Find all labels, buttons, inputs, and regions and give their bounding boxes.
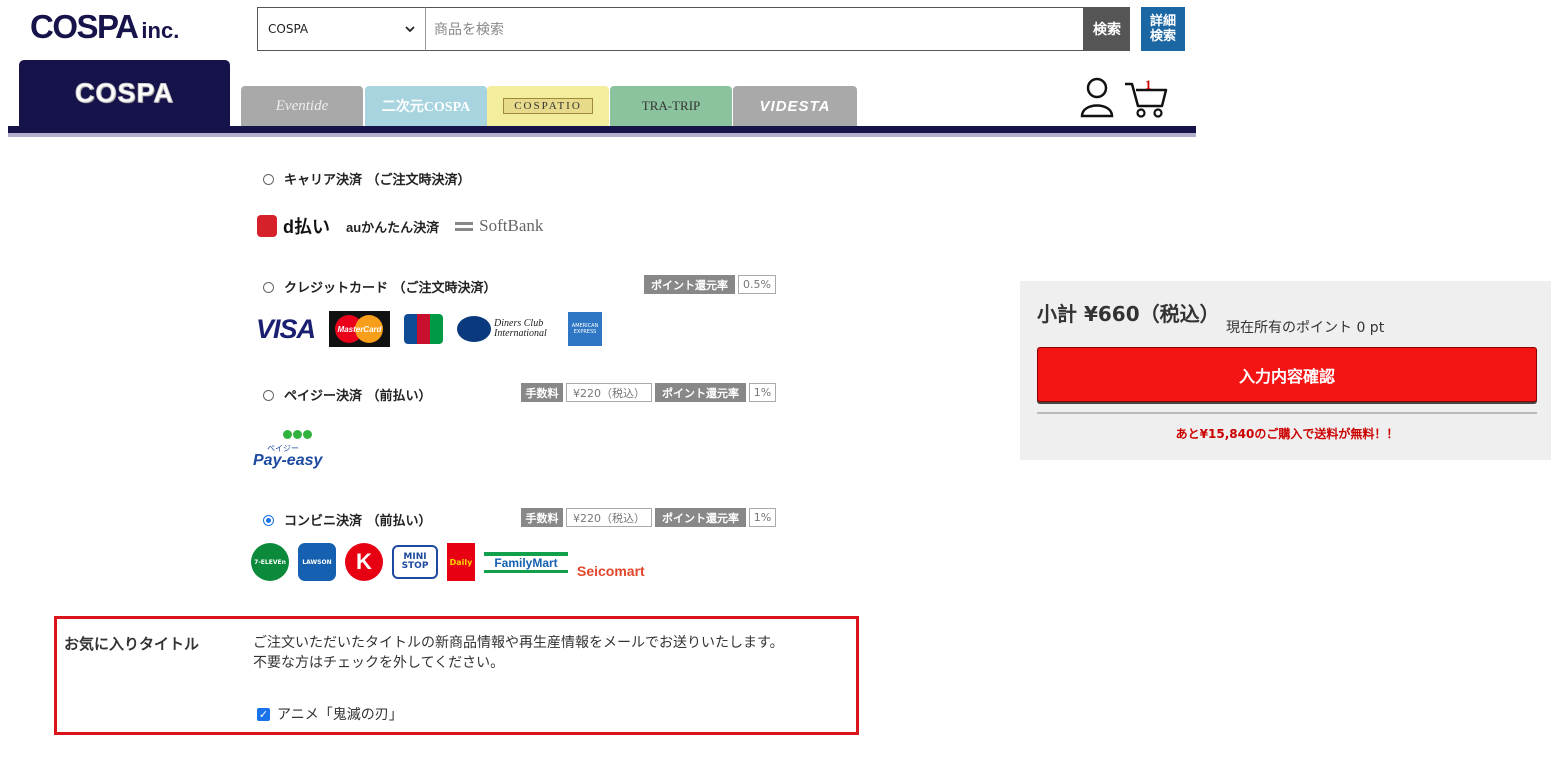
- lawson-logo: LAWSON: [298, 543, 336, 581]
- favorite-description: ご注文いただいたタイトルの新商品情報や再生産情報をメールでお送りいたします。 不…: [253, 633, 793, 673]
- account-icon[interactable]: [1080, 76, 1114, 122]
- diners-club-logo: Diners Club International: [457, 316, 554, 342]
- favorite-title-checkbox[interactable]: ✓: [257, 707, 270, 721]
- konbini-fee-value: ¥220（税込）: [566, 508, 652, 527]
- konbini-payment-label: コンビニ決済 （前払い）: [284, 514, 432, 529]
- mastercard-logo: MasterCard: [329, 311, 391, 347]
- konbini-point-rate-tag: ポイント還元率: [655, 508, 746, 527]
- softbank-logo: SoftBank: [479, 216, 544, 235]
- free-shipping-note: あと¥15,840のご購入で送料が無料！！: [1175, 427, 1399, 441]
- amex-logo: AMERICAN EXPRESS: [568, 312, 603, 346]
- chevron-down-icon: [405, 25, 415, 32]
- credit-brand-logos: VISA MasterCard Diners Club Internationa…: [256, 310, 603, 348]
- tab-cospa[interactable]: COSPA: [19, 60, 230, 126]
- payeasy-fee-tag: 手数料: [521, 383, 563, 402]
- circle-k-logo: K: [345, 543, 383, 581]
- payeasy-point-rate-tag: ポイント還元率: [655, 383, 746, 402]
- tab-label: Eventide: [275, 97, 329, 114]
- payeasy-payment-radio[interactable]: [263, 390, 274, 401]
- tab-label: COSPA: [74, 77, 174, 108]
- credit-point-rate-tag: ポイント還元率: [644, 275, 735, 294]
- brand-nav-bar: [8, 126, 1196, 133]
- tab-cospatio[interactable]: COSPATIO: [487, 86, 609, 126]
- tab-label: 二次元COSPA: [381, 100, 471, 115]
- logo-text: COSPA: [30, 8, 139, 45]
- konbini-fee-tag: 手数料: [521, 508, 563, 527]
- daily-yamazaki-logo: Daily: [447, 543, 475, 581]
- tab-videsta[interactable]: VIDESTA: [733, 86, 857, 126]
- tab-tra-trip[interactable]: TRA-TRIP: [610, 86, 732, 126]
- favorite-title-heading: お気に入りタイトル: [64, 635, 200, 653]
- search-category-select[interactable]: COSPA: [257, 7, 425, 51]
- ministop-logo: MINI STOP: [392, 545, 438, 579]
- favorite-description-line-1: ご注文いただいたタイトルの新商品情報や再生産情報をメールでお送りいたします。: [253, 635, 784, 651]
- cart-count-badge: 1: [1145, 77, 1152, 92]
- seicomart-logo: Seicomart: [577, 563, 645, 579]
- credit-point-rate-value: 0.5%: [738, 275, 776, 294]
- search-category-value: COSPA: [268, 22, 309, 36]
- points-balance-text: 現在所有のポイント 0 pt: [1226, 320, 1385, 336]
- konbini-payment-radio[interactable]: [263, 515, 274, 526]
- payeasy-point-rate-value: 1%: [749, 383, 776, 402]
- familymart-logo: FamilyMart: [484, 551, 568, 573]
- tab-label: TRA-TRIP: [641, 98, 701, 113]
- carrier-payment-radio[interactable]: [263, 174, 274, 185]
- payeasy-dots-icon: [283, 430, 312, 439]
- visa-logo: VISA: [256, 313, 316, 344]
- konbini-brand-logos: 7-ELEVEn LAWSON K MINI STOP Daily Family…: [251, 541, 645, 583]
- payeasy-payment-label: ペイジー決済 （前払い）: [284, 389, 432, 404]
- tab-label: COSPATIO: [503, 98, 593, 114]
- au-kantan-logo: auかんたん決済: [346, 219, 440, 235]
- softbank-icon: [455, 221, 474, 231]
- payeasy-logo: ペイジー Pay-easy: [253, 418, 327, 474]
- brand-nav-bar-accent: [8, 133, 1196, 137]
- search-button[interactable]: 検索: [1084, 7, 1130, 51]
- favorite-title-option[interactable]: ✓ アニメ「鬼滅の刃」: [257, 704, 403, 724]
- search-input[interactable]: 商品を検索: [425, 7, 1084, 51]
- payeasy-fee-value: ¥220（税込）: [566, 383, 652, 402]
- search-placeholder: 商品を検索: [434, 22, 504, 38]
- tab-eventide[interactable]: Eventide: [241, 86, 363, 126]
- favorite-title-checkbox-label: アニメ「鬼滅の刃」: [277, 707, 403, 723]
- favorite-description-line-2: 不要な方はチェックを外してください。: [253, 655, 505, 671]
- advanced-search-button[interactable]: 詳細 検索: [1141, 7, 1185, 51]
- seven-eleven-logo: 7-ELEVEn: [251, 543, 289, 581]
- summary-divider: [1037, 412, 1537, 414]
- logo-suffix: inc.: [141, 18, 180, 43]
- dbarai-logo: d払い: [283, 217, 330, 237]
- confirm-input-button[interactable]: 入力内容確認: [1037, 347, 1537, 402]
- subtotal-text: 小計 ¥660（税込）: [1037, 302, 1220, 326]
- credit-payment-label: クレジットカード （ご注文時決済）: [284, 281, 497, 296]
- konbini-point-rate-value: 1%: [749, 508, 776, 527]
- tab-label: VIDESTA: [759, 97, 831, 115]
- carrier-brand-logos: d払い auかんたん決済 SoftBank: [257, 213, 543, 239]
- tab-nijigen-cospa[interactable]: 二次元COSPA: [365, 86, 487, 126]
- carrier-payment-label: キャリア決済 （ご注文時決済）: [284, 173, 471, 188]
- dbarai-icon: [257, 215, 277, 237]
- credit-payment-radio[interactable]: [263, 282, 274, 293]
- cospa-logo[interactable]: COSPA inc.: [30, 8, 179, 46]
- jcb-logo: [404, 314, 444, 344]
